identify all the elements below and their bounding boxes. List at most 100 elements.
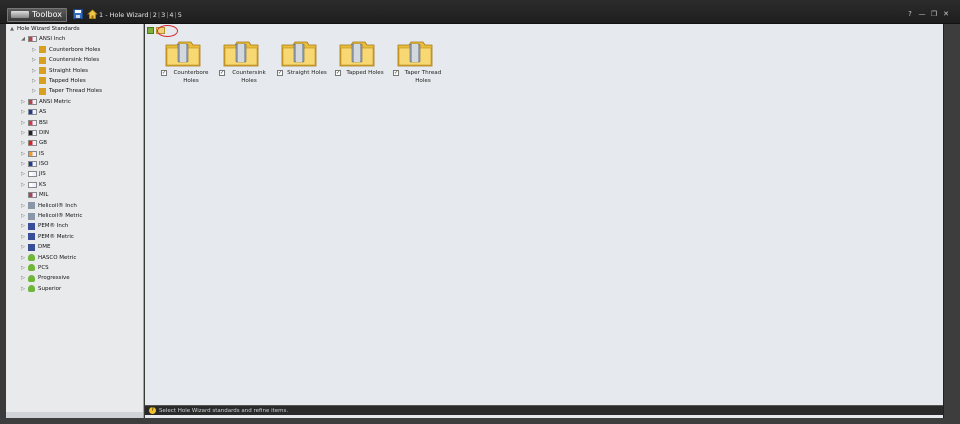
expand-chevron-icon[interactable]: ▷ [20, 128, 26, 138]
minimize-icon[interactable]: — [918, 10, 926, 18]
tree-item-label: Helicoil® Metric [38, 213, 83, 220]
expand-chevron-icon[interactable]: ▷ [20, 263, 26, 273]
expand-chevron-icon[interactable]: ▷ [31, 76, 37, 86]
breadcrumb-item-5[interactable]: 5 [178, 11, 182, 19]
tree-item-hole-wizard-standards[interactable]: ▲ Hole Wizard Standards [6, 24, 143, 34]
helicoil-icon [28, 212, 35, 220]
tree-item-dme[interactable]: ▷ DME [6, 242, 143, 252]
breadcrumb-item-4[interactable]: 4 [169, 11, 173, 19]
hole-folder-icon[interactable] [223, 41, 259, 67]
expand-chevron-icon[interactable]: ▷ [20, 221, 26, 231]
expand-chevron-icon[interactable]: ▷ [20, 253, 26, 263]
expand-chevron-icon[interactable]: ▷ [31, 55, 37, 65]
tree-item-is[interactable]: ▷ IS [6, 149, 143, 159]
tree-item-mil[interactable]: MIL [6, 190, 143, 200]
tree-item-pem-metric[interactable]: ▷ PEM® Metric [6, 232, 143, 242]
info-icon: ? [149, 407, 156, 414]
flag-icon [28, 171, 37, 178]
supplier-icon [28, 254, 35, 262]
breadcrumb-item-3[interactable]: 3 [161, 11, 165, 19]
home-icon[interactable] [87, 9, 98, 19]
flag-icon [28, 109, 37, 116]
include-checkbox[interactable]: ✓ [277, 70, 283, 76]
tree-item-label: DIN [39, 129, 49, 136]
expand-chevron-icon[interactable]: ▷ [20, 211, 26, 221]
tree-item-label: ANSI Inch [39, 36, 66, 43]
tree-item-jis[interactable]: ▷ JIS [6, 169, 143, 179]
tree-item-ks[interactable]: ▷ KS [6, 180, 143, 190]
expand-chevron-icon[interactable]: ◢ [20, 34, 26, 44]
tree-item-label: BSI [39, 119, 48, 126]
breadcrumb-separator: | [157, 11, 161, 19]
folder-label: Counterbore Holes [173, 70, 209, 84]
expand-chevron-icon[interactable]: ▷ [31, 45, 37, 55]
restore-icon[interactable]: ❐ [930, 10, 938, 18]
supplier-icon [28, 285, 35, 293]
expand-chevron-icon[interactable]: ▷ [20, 180, 26, 190]
include-checkbox[interactable]: ✓ [219, 70, 225, 76]
tree-item-straight-holes[interactable]: ▷ Straight Holes [6, 66, 143, 76]
expand-chevron-icon[interactable]: ▷ [20, 273, 26, 283]
app-brand[interactable]: Toolbox [7, 8, 67, 22]
tree-item-as[interactable]: ▷ AS [6, 107, 143, 117]
tree-item-countersink-holes[interactable]: ▷ Countersink Holes [6, 55, 143, 65]
tree-item-ansi-inch[interactable]: ◢ ANSI Inch [6, 34, 143, 44]
standards-tree-pane: ▲ Hole Wizard Standards ◢ ANSI Inch ▷ Counter… [6, 24, 144, 418]
tree-item-din[interactable]: ▷ DIN [6, 128, 143, 138]
breadcrumb-separator: | [149, 11, 152, 19]
tree-item-progressive[interactable]: ▷ Progressive [6, 273, 143, 283]
tree-item-tapped-holes[interactable]: ▷ Tapped Holes [6, 76, 143, 86]
include-checkbox[interactable]: ✓ [335, 70, 341, 76]
tree-item-counterbore-holes[interactable]: ▷ Counterbore Holes [6, 45, 143, 55]
tree-item-superior[interactable]: ▷ Superior [6, 284, 143, 294]
expand-chevron-icon[interactable]: ▷ [20, 232, 26, 242]
expand-chevron-icon[interactable]: ▷ [20, 159, 26, 169]
tree-item-ansi-metric[interactable]: ▷ ANSI Metric [6, 97, 143, 107]
supplier-icon [28, 264, 35, 272]
expand-chevron-icon[interactable]: ▷ [20, 107, 26, 117]
tree-item-bsi[interactable]: ▷ BSI [6, 118, 143, 128]
include-checkbox[interactable]: ✓ [393, 70, 399, 76]
tree-item-label: AS [39, 109, 47, 116]
expand-chevron-icon[interactable]: ▷ [31, 86, 37, 96]
expand-chevron-icon[interactable]: ▷ [20, 149, 26, 159]
tree-item-taper-thread-holes[interactable]: ▷ Taper Thread Holes [6, 86, 143, 96]
breadcrumb-item-1[interactable]: 1 - Hole Wizard [99, 11, 149, 19]
hole-folder-icon[interactable] [339, 41, 375, 67]
tree-item-pcs[interactable]: ▷ PCS [6, 263, 143, 273]
expand-chevron-icon[interactable]: ▷ [20, 242, 26, 252]
tree-item-iso[interactable]: ▷ ISO [6, 159, 143, 169]
content-pane: ✓ Counterbore Holes ✓ Countersink Holes ✓ Str… [145, 24, 943, 418]
expand-chevron-icon[interactable]: ▷ [20, 138, 26, 148]
flag-icon [28, 161, 37, 168]
include-checkbox[interactable]: ✓ [161, 70, 167, 76]
expand-chevron-icon[interactable]: ▷ [31, 66, 37, 76]
folder-label: Straight Holes [287, 70, 327, 76]
close-icon[interactable]: ✕ [942, 10, 950, 18]
hole-folder-icon[interactable] [165, 41, 201, 67]
help-icon[interactable]: ? [906, 10, 914, 18]
tree-item-helicoil-inch[interactable]: ▷ Helicoil® Inch [6, 201, 143, 211]
hole-folder-icon[interactable] [397, 41, 433, 67]
expand-chevron-icon[interactable]: ▷ [20, 118, 26, 128]
save-icon[interactable] [73, 9, 83, 19]
expand-chevron-icon[interactable]: ▷ [20, 284, 26, 294]
hole-folder-icon[interactable] [281, 41, 317, 67]
tree-item-label: Taper Thread Holes [49, 88, 102, 95]
expand-chevron-icon[interactable]: ▷ [20, 97, 26, 107]
tree-item-label: Countersink Holes [49, 57, 100, 64]
expand-chevron-icon[interactable]: ▷ [20, 201, 26, 211]
expand-chevron-icon[interactable]: ▲ [9, 24, 15, 34]
tree-item-label: DME [38, 244, 51, 251]
tree-item-hasco-metric[interactable]: ▷ HASCO Metric [6, 253, 143, 263]
tree-item-gb[interactable]: ▷ GB [6, 138, 143, 148]
expand-chevron-icon[interactable]: ▷ [20, 169, 26, 179]
flag-icon [28, 140, 37, 147]
tree-item-pem-inch[interactable]: ▷ PEM® Inch [6, 221, 143, 231]
breadcrumb-item-2[interactable]: 2 [153, 11, 157, 19]
tree-item-helicoil-metric[interactable]: ▷ Helicoil® Metric [6, 211, 143, 221]
add-icon[interactable] [147, 27, 154, 34]
flag-icon [28, 129, 37, 136]
hole-icon [39, 67, 46, 75]
tree-item-label: Hole Wizard Standards [17, 26, 80, 32]
